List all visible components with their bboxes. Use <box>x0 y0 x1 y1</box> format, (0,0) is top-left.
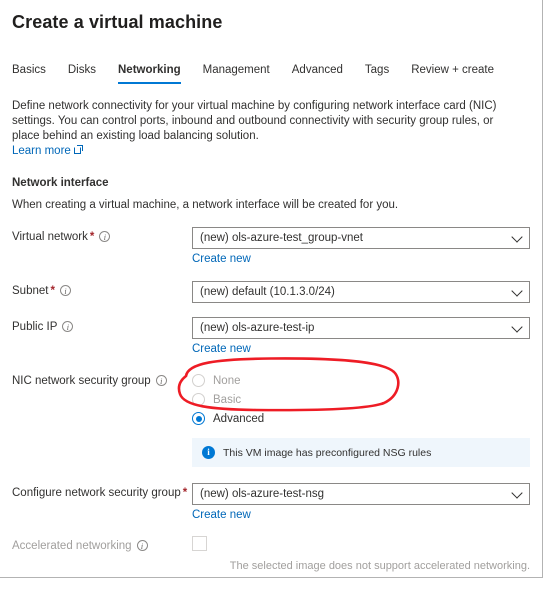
nsg-notice-text: This VM image has preconfigured NSG rule… <box>223 446 432 459</box>
radio-label-none: None <box>213 374 241 387</box>
required-asterisk: * <box>50 285 55 297</box>
subnet-label: Subnet * i <box>12 281 192 299</box>
required-asterisk: * <box>182 487 188 499</box>
radio-selected-icon <box>192 412 205 425</box>
row-virtual-network: Virtual network * i (new) ols-azure-test_g… <box>12 227 530 267</box>
nic-nsg-label-text: NIC network security group <box>12 375 151 387</box>
external-link-icon <box>73 145 83 154</box>
public-ip-label: Public IP i <box>12 317 192 335</box>
row-configure-nsg: Configure network security group * (new) … <box>12 483 530 523</box>
accelerated-networking-label: Accelerated networking i <box>12 536 192 554</box>
chevron-down-icon <box>511 285 523 297</box>
intro-text: Define network connectivity for your vir… <box>12 100 497 142</box>
tab-tags[interactable]: Tags <box>365 63 389 84</box>
tab-management[interactable]: Management <box>203 63 270 84</box>
configure-nsg-value: (new) ols-azure-test-nsg <box>200 488 324 500</box>
nsg-preconfigured-notice: i This VM image has preconfigured NSG ru… <box>192 438 530 467</box>
intro-description: Define network connectivity for your vir… <box>12 99 524 159</box>
public-ip-field: (new) ols-azure-test-ip Create new <box>192 317 530 357</box>
tab-networking[interactable]: Networking <box>118 63 181 84</box>
configure-nsg-create-new-link[interactable]: Create new <box>192 509 251 521</box>
tab-advanced[interactable]: Advanced <box>292 63 343 84</box>
virtual-network-label: Virtual network * i <box>12 227 192 245</box>
subnet-field: (new) default (10.1.3.0/24) <box>192 281 530 303</box>
info-icon[interactable]: i <box>99 231 111 242</box>
info-filled-icon: i <box>202 446 215 459</box>
virtual-network-value: (new) ols-azure-test_group-vnet <box>200 232 363 244</box>
nic-nsg-label: NIC network security group i <box>12 371 192 389</box>
configure-nsg-field: (new) ols-azure-test-nsg Create new <box>192 483 530 523</box>
accelerated-networking-hint: The selected image does not support acce… <box>229 560 530 572</box>
info-icon[interactable]: i <box>59 285 71 296</box>
row-nic-network-security-group: NIC network security group i None Basic A… <box>12 371 530 467</box>
virtual-network-dropdown[interactable]: (new) ols-azure-test_group-vnet <box>192 227 530 249</box>
radio-option-advanced[interactable]: Advanced <box>192 409 530 428</box>
public-ip-create-new-link[interactable]: Create new <box>192 343 251 355</box>
accelerated-networking-checkbox <box>192 536 207 551</box>
public-ip-dropdown[interactable]: (new) ols-azure-test-ip <box>192 317 530 339</box>
chevron-down-icon <box>511 321 523 333</box>
radio-option-basic: Basic <box>192 390 530 409</box>
info-icon[interactable]: i <box>136 540 148 551</box>
public-ip-label-text: Public IP <box>12 321 58 333</box>
accelerated-networking-label-text: Accelerated networking <box>12 540 132 552</box>
radio-label-basic: Basic <box>213 393 242 406</box>
wizard-tab-bar: Basics Disks Networking Management Advan… <box>12 62 530 84</box>
radio-label-advanced: Advanced <box>213 412 265 425</box>
virtual-network-field: (new) ols-azure-test_group-vnet Create n… <box>192 227 530 267</box>
radio-icon <box>192 374 205 387</box>
subnet-value: (new) default (10.1.3.0/24) <box>200 286 335 298</box>
info-icon[interactable]: i <box>155 375 167 386</box>
create-vm-blade: Create a virtual machine Basics Disks Ne… <box>0 0 543 578</box>
row-subnet: Subnet * i (new) default (10.1.3.0/24) <box>12 281 530 303</box>
public-ip-value: (new) ols-azure-test-ip <box>200 322 315 334</box>
configure-nsg-label: Configure network security group * <box>12 483 192 501</box>
radio-option-none: None <box>192 371 530 390</box>
chevron-down-icon <box>511 487 523 499</box>
tab-review-create[interactable]: Review + create <box>411 63 494 84</box>
network-interface-heading: Network interface <box>12 177 109 189</box>
virtual-network-create-new-link[interactable]: Create new <box>192 253 251 265</box>
configure-nsg-dropdown[interactable]: (new) ols-azure-test-nsg <box>192 483 530 505</box>
radio-icon <box>192 393 205 406</box>
chevron-down-icon <box>511 231 523 243</box>
page-title: Create a virtual machine <box>12 12 223 32</box>
required-asterisk: * <box>89 231 95 243</box>
subnet-dropdown[interactable]: (new) default (10.1.3.0/24) <box>192 281 530 303</box>
row-accelerated-networking: Accelerated networking i The selected ima… <box>12 536 530 572</box>
row-public-ip: Public IP i (new) ols-azure-test-ip Creat… <box>12 317 530 357</box>
tab-basics[interactable]: Basics <box>12 63 46 84</box>
subnet-label-text: Subnet <box>12 285 49 297</box>
virtual-network-label-text: Virtual network <box>12 231 88 243</box>
accelerated-networking-field: The selected image does not support acce… <box>192 536 530 572</box>
nic-nsg-field: None Basic Advanced i This VM image has … <box>192 371 530 467</box>
configure-nsg-label-text: Configure network security group <box>12 487 181 499</box>
intro-learn-more-link[interactable]: Learn more <box>12 145 83 157</box>
info-icon[interactable]: i <box>62 321 74 332</box>
tab-disks[interactable]: Disks <box>68 63 96 84</box>
intro-learn-more-label: Learn more <box>12 145 71 157</box>
network-interface-subtext: When creating a virtual machine, a netwo… <box>12 199 399 211</box>
